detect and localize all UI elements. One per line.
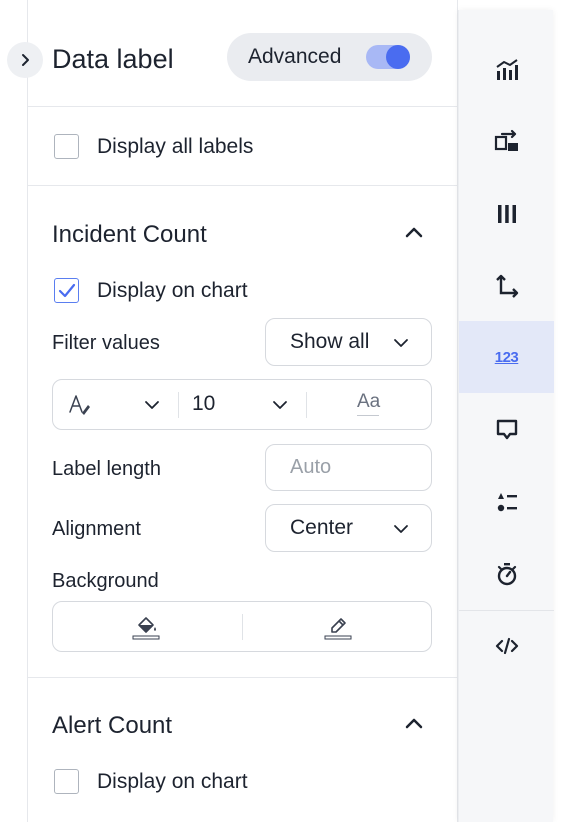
pencil-icon: [324, 618, 352, 640]
divider: [28, 106, 458, 107]
filter-values-value: Show all: [290, 330, 370, 353]
rail-custom-code[interactable]: [459, 610, 554, 682]
collapse-panel-button[interactable]: [7, 42, 43, 78]
panel-title: Data label: [52, 44, 174, 74]
text-case-underline: [357, 415, 379, 416]
font-size-value: 10: [192, 392, 216, 415]
paint-bucket-icon: [132, 617, 160, 640]
chevron-up-icon[interactable]: [403, 221, 425, 243]
left-edge-strip: [0, 0, 28, 822]
advanced-toggle[interactable]: Advanced: [227, 33, 432, 81]
chevron-down-icon: [394, 339, 408, 347]
label-length-input[interactable]: Auto: [265, 444, 432, 491]
alert-display-on-chart-label: Display on chart: [97, 770, 248, 793]
font-color-select[interactable]: [53, 380, 178, 429]
incident-display-on-chart-label: Display on chart: [97, 279, 248, 302]
chevron-up-icon[interactable]: [403, 712, 425, 734]
divider: [28, 185, 458, 186]
axis-icon: [495, 274, 518, 298]
fill-color-button[interactable]: [53, 602, 242, 651]
columns-icon: [497, 205, 516, 223]
filter-values-label: Filter values: [52, 332, 160, 354]
right-edge: [553, 0, 562, 822]
switch-knob: [386, 45, 410, 69]
alignment-select[interactable]: Center: [265, 504, 432, 552]
chevron-down-icon: [145, 401, 159, 409]
chevron-right-icon: [22, 54, 29, 66]
alignment-value: Center: [290, 516, 354, 539]
incident-count-section-title: Incident Count: [52, 221, 207, 248]
stopwatch-icon: [497, 563, 516, 586]
advanced-switch[interactable]: [366, 45, 410, 69]
alert-count-section-title: Alert Count: [52, 712, 173, 739]
rail-stopwatch[interactable]: [459, 538, 554, 610]
checkmark-icon: [58, 283, 76, 298]
rail-sort[interactable]: [459, 466, 554, 538]
advanced-label: Advanced: [248, 45, 342, 68]
sort-list-icon: [497, 493, 517, 512]
rail-tooltip[interactable]: [459, 394, 554, 466]
rail-data-labels[interactable]: 123: [459, 321, 554, 393]
chevron-down-icon: [394, 525, 408, 533]
display-all-labels-checkbox[interactable]: [54, 134, 79, 159]
rail-columns[interactable]: [459, 178, 554, 250]
alert-display-on-chart-checkbox[interactable]: [54, 769, 79, 794]
background-row: [52, 601, 432, 652]
border-color-button[interactable]: [243, 602, 431, 651]
display-all-labels-label: Display all labels: [97, 135, 254, 158]
divider: [28, 677, 458, 678]
background-label: Background: [52, 570, 159, 592]
swap-config-icon: [494, 129, 518, 151]
rail-axis[interactable]: [459, 250, 554, 322]
rail-chart-type[interactable]: [459, 34, 554, 106]
font-style-icon: [69, 395, 90, 415]
incident-display-on-chart-checkbox[interactable]: [54, 278, 79, 303]
chevron-down-icon: [273, 401, 287, 409]
font-settings-row: 10 Aa: [52, 379, 432, 430]
rail-configure[interactable]: [459, 106, 554, 178]
code-icon: [495, 637, 518, 655]
filter-values-select[interactable]: Show all: [265, 318, 432, 366]
number-123-icon: 123: [494, 348, 519, 366]
chart-bar-line-icon: [495, 59, 518, 80]
text-case-icon: Aa: [357, 391, 381, 412]
tooltip-icon: [496, 419, 517, 440]
font-size-select[interactable]: 10: [179, 380, 306, 429]
settings-rail: 123: [458, 10, 554, 822]
text-case-button[interactable]: Aa: [307, 380, 431, 429]
label-length-label: Label length: [52, 458, 161, 480]
alignment-label: Alignment: [52, 518, 141, 540]
